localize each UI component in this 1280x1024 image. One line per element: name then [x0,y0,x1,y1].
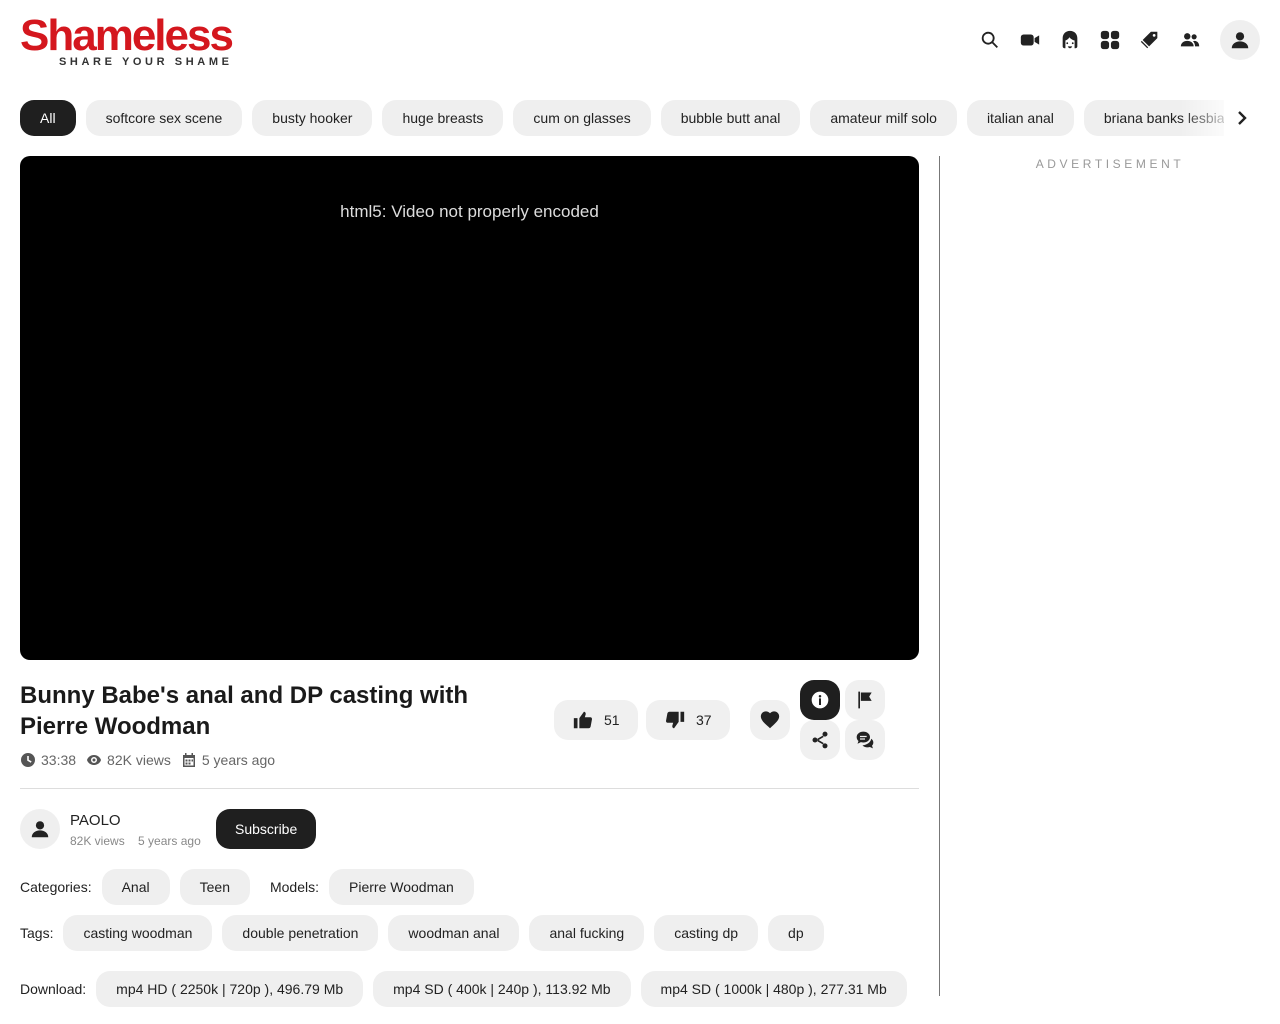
categories-label: Categories: [20,879,92,895]
tag-pill[interactable]: dp [768,915,824,951]
category-pill[interactable]: Anal [101,869,170,905]
report-button[interactable] [845,680,885,720]
thumbs-up-icon [573,711,593,729]
tag-pill[interactable]: casting woodman [63,915,213,951]
uploader-stats: 82K views 5 years ago [70,834,211,848]
dislike-count: 37 [696,712,712,728]
category-pill[interactable]: Teen [179,869,250,905]
uploader-avatar[interactable] [20,809,60,849]
comments-icon [856,731,874,749]
uploader-age: 5 years ago [138,834,201,848]
models-label: Models: [269,879,320,895]
chevron-right-icon [1238,111,1247,125]
girl-face-icon[interactable] [1050,20,1090,60]
chip[interactable]: huge breasts [382,100,504,136]
sidebar-divider [939,156,940,996]
chip[interactable]: amateur milf solo [810,100,957,136]
duration-text: 33:38 [41,752,77,768]
info-button[interactable] [800,680,840,720]
download-row: Download: mp4 HD ( 2250k | 720p ), 496.7… [20,971,917,1007]
upload-age: 5 years ago [181,752,275,768]
like-button[interactable]: 51 [554,700,638,740]
views-text: 82K views [107,752,171,768]
logo-tagline: SHARE YOUR SHAME [59,56,233,68]
video-camera-icon[interactable] [1010,20,1050,60]
eye-icon [87,755,102,765]
categories-row: Categories: Anal Teen Models: Pierre Woo… [20,869,484,905]
share-icon [812,731,828,749]
uploader-name[interactable]: PAOLO [70,812,121,829]
info-icon [811,691,829,709]
video-player[interactable]: html5: Video not properly encoded [20,156,919,660]
download-link[interactable]: mp4 SD ( 400k | 240p ), 113.92 Mb [373,971,631,1007]
users-icon[interactable] [1170,20,1210,60]
chip[interactable]: bubble butt anal [660,100,801,136]
chip-scroll-next-button[interactable] [1224,100,1260,136]
tag-pill[interactable]: anal fucking [529,915,645,951]
tags-icon[interactable] [1130,20,1170,60]
favorite-button[interactable] [750,700,790,740]
tag-pill[interactable]: woodman anal [388,915,520,951]
site-header: Shameless SHARE YOUR SHAME [0,0,1280,84]
heart-icon [760,711,780,729]
thumbs-down-icon [665,711,685,729]
duration: 33:38 [20,752,76,768]
video-meta: 33:38 82K views 5 years ago [20,750,285,770]
chip[interactable]: softcore sex scene [85,100,243,136]
flag-icon [858,691,872,709]
header-nav [970,20,1260,60]
views: 82K views [86,752,171,768]
calendar-icon [182,753,195,767]
comments-button[interactable] [845,720,885,760]
chip[interactable]: italian anal [966,100,1074,136]
grid-categories-icon[interactable] [1090,20,1130,60]
section-divider [20,788,919,789]
chip-all[interactable]: All [20,100,76,136]
advertisement-label: ADVERTISEMENT [1035,157,1185,171]
dislike-button[interactable]: 37 [646,700,730,740]
tag-pill[interactable]: double penetration [222,915,379,951]
user-icon [31,821,49,838]
tag-pill[interactable]: casting dp [654,915,759,951]
download-link[interactable]: mp4 HD ( 2250k | 720p ), 496.79 Mb [96,971,364,1007]
tags-label: Tags: [20,925,54,941]
player-error-message: html5: Video not properly encoded [340,202,599,221]
user-icon [1231,32,1249,49]
video-title: Bunny Babe's anal and DP casting with Pi… [20,682,469,740]
chip[interactable]: cum on glasses [513,100,651,136]
search-icon[interactable] [970,20,1010,60]
tag-chip-bar: All softcore sex scene busty hooker huge… [20,100,1260,136]
model-pill[interactable]: Pierre Woodman [329,869,474,905]
tags-row: Tags: casting woodman double penetration… [20,915,834,951]
uploader-views: 82K views [70,834,125,848]
upload-age-text: 5 years ago [201,752,276,768]
clock-icon [21,753,35,767]
site-logo[interactable]: Shameless SHARE YOUR SHAME [20,8,240,72]
account-avatar-button[interactable] [1220,20,1260,60]
subscribe-button[interactable]: Subscribe [216,809,317,849]
chip[interactable]: busty hooker [252,100,373,136]
download-link[interactable]: mp4 SD ( 1000k | 480p ), 277.31 Mb [640,971,907,1007]
share-button[interactable] [800,720,840,760]
download-label: Download: [20,981,87,997]
like-count: 51 [604,712,620,728]
